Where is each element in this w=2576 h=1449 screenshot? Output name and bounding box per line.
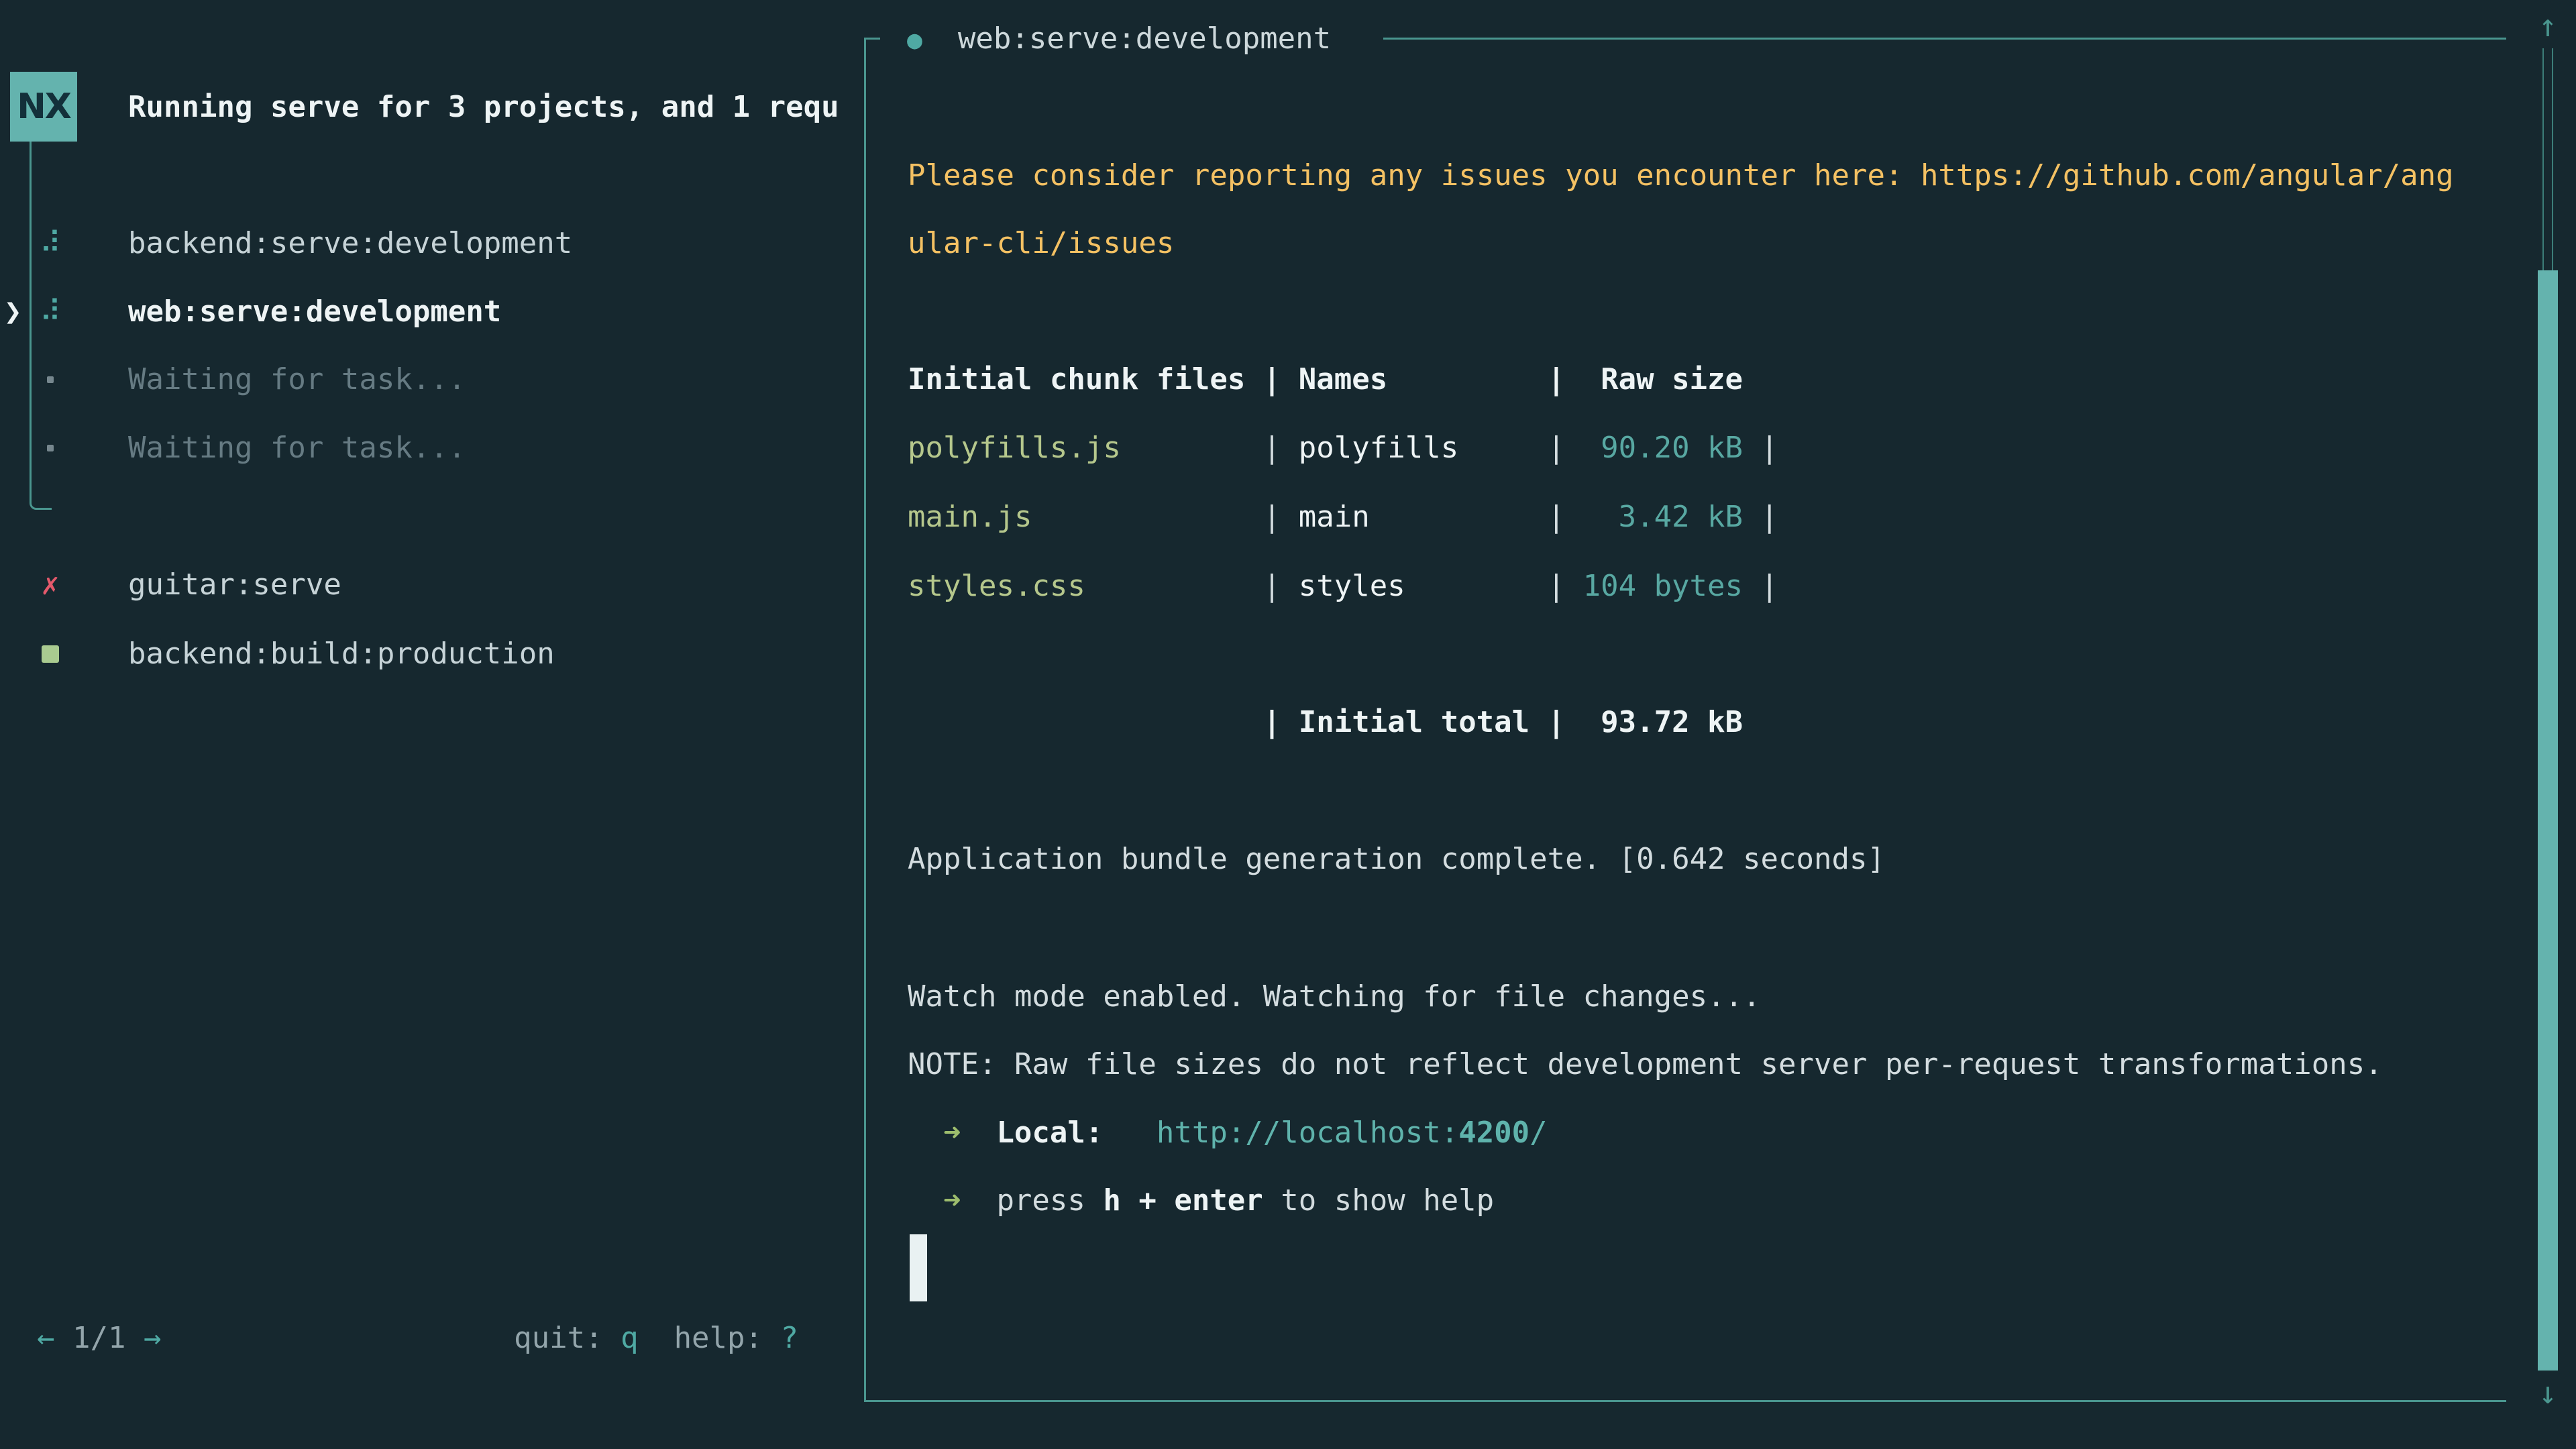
success-square-icon: [42, 645, 59, 663]
pipe-separator: |: [1263, 431, 1281, 465]
pipe-separator: |: [1761, 569, 1779, 603]
chunk-file: main.js: [908, 497, 1263, 537]
task-label: Waiting for task...: [128, 428, 466, 468]
pane-border-top-line: [1383, 38, 2506, 40]
bundle-complete-line: Application bundle generation complete. …: [908, 839, 1885, 879]
scrollbar-thumb[interactable]: [2538, 270, 2558, 1371]
note-line: NOTE: Raw file sizes do not reflect deve…: [908, 1044, 2383, 1085]
initial-total-label: Initial total: [1281, 702, 1547, 743]
prev-page-arrow[interactable]: ←: [37, 1321, 55, 1355]
pipe-separator: |: [1548, 705, 1566, 739]
chunk-file: styles.css: [908, 566, 1263, 606]
pane-border-left: [864, 38, 866, 1402]
task-row-waiting-1[interactable]: Waiting for task...: [0, 360, 859, 400]
pipe-separator: |: [1263, 569, 1281, 603]
spinner-icon: ⠼: [35, 223, 66, 264]
pane-border-top-stub: [864, 38, 880, 40]
col-header-raw-size: Raw size: [1565, 360, 1743, 400]
help-hint-line: ➜ press h + enter to show help: [908, 1181, 1494, 1221]
help-hint-label: help:: [674, 1321, 763, 1355]
col-header-files: Initial chunk files: [908, 360, 1263, 400]
task-row-guitar-serve[interactable]: ✗ guitar:serve: [0, 565, 859, 605]
keyboard-hints: quit: q help:?: [369, 1318, 798, 1358]
chunk-name: polyfills: [1281, 428, 1547, 468]
app-title: Running serve for 3 projects, and 1 requ: [128, 87, 839, 127]
waiting-dot-icon: [47, 445, 54, 451]
chunk-table-row: polyfills.js|polyfills|90.20 kB|: [908, 428, 1778, 468]
pane-title-row: ● web:serve:development: [907, 19, 1331, 60]
terminal-cursor: [910, 1234, 927, 1301]
selected-chevron-icon: ❯: [4, 292, 22, 332]
task-label: backend:build:production: [128, 634, 555, 674]
chunk-size: 3.42 kB: [1565, 497, 1743, 537]
pane-border-bottom: [864, 1400, 2506, 1402]
chunk-size: 104 bytes: [1565, 566, 1743, 606]
pipe-separator: |: [1548, 569, 1566, 603]
local-label: Local:: [996, 1116, 1103, 1150]
chunk-table-total-row: |Initial total|93.72 kB: [908, 702, 1743, 743]
task-row-waiting-2[interactable]: Waiting for task...: [0, 428, 859, 468]
nx-terminal-ui: NX Running serve for 3 projects, and 1 r…: [0, 0, 2576, 1449]
chunk-size: 90.20 kB: [1565, 428, 1743, 468]
scroll-down-arrow-icon[interactable]: ↓: [2529, 1373, 2567, 1413]
localhost-port: 4200: [1458, 1116, 1529, 1150]
pipe-separator: |: [1263, 500, 1281, 534]
pane-title: web:serve:development: [958, 21, 1331, 56]
help-post-text: to show help: [1281, 1183, 1494, 1218]
chunk-table-row: main.js|main|3.42 kB|: [908, 497, 1778, 537]
pipe-separator: |: [1548, 500, 1566, 534]
pipe-separator: |: [1761, 500, 1779, 534]
chunk-name: styles: [1281, 566, 1547, 606]
task-row-backend-build-production[interactable]: backend:build:production: [0, 634, 859, 674]
failed-cross-icon: ✗: [35, 565, 66, 605]
chunk-name: main: [1281, 497, 1547, 537]
task-label: guitar:serve: [128, 565, 341, 605]
chunk-table-header: Initial chunk files|Names|Raw size: [908, 360, 1743, 400]
task-row-web-serve-development[interactable]: ❯ ⠼ web:serve:development: [0, 292, 859, 332]
col-header-names: Names: [1281, 360, 1547, 400]
pipe-separator: |: [1263, 362, 1281, 396]
pipe-separator: |: [1548, 431, 1566, 465]
pagination: ← 1/1 →: [37, 1318, 161, 1358]
issue-notice-line-2: ular-cli/issues: [908, 223, 1174, 264]
localhost-url[interactable]: http://localhost:4200/: [1157, 1116, 1548, 1150]
chunk-table-row: styles.css|styles|104 bytes|: [908, 566, 1778, 606]
running-dot-icon: ●: [907, 25, 922, 54]
help-keys: h + enter: [1103, 1183, 1263, 1218]
scroll-up-arrow-icon[interactable]: ↑: [2529, 5, 2567, 46]
quit-hint-label: quit:: [514, 1321, 602, 1355]
pipe-separator: |: [1761, 431, 1779, 465]
local-server-line: ➜ Local: http://localhost:4200/: [908, 1113, 1548, 1153]
watch-mode-line: Watch mode enabled. Watching for file ch…: [908, 977, 1761, 1017]
chunk-file: polyfills.js: [908, 428, 1263, 468]
quit-key: q: [621, 1321, 639, 1355]
page-indicator: 1/1: [72, 1321, 125, 1355]
task-row-backend-serve-development[interactable]: ⠼ backend:serve:development: [0, 223, 859, 264]
waiting-dot-icon: [47, 376, 54, 383]
help-key: ?: [781, 1321, 799, 1355]
arrow-right-icon: ➜: [943, 1183, 961, 1218]
pipe-separator: |: [1263, 705, 1281, 739]
nx-logo: NX: [10, 72, 77, 142]
spinner-icon: ⠼: [35, 292, 66, 332]
task-label: backend:serve:development: [128, 223, 572, 264]
help-pre-text: press: [996, 1183, 1085, 1218]
task-label: Waiting for task...: [128, 360, 466, 400]
arrow-right-icon: ➜: [943, 1116, 961, 1150]
task-sidebar: NX Running serve for 3 projects, and 1 r…: [0, 0, 859, 1449]
pipe-separator: |: [1548, 362, 1566, 396]
task-label: web:serve:development: [128, 292, 501, 332]
issue-notice-line-1: Please consider reporting any issues you…: [908, 156, 2454, 196]
next-page-arrow[interactable]: →: [144, 1321, 162, 1355]
initial-total-size: 93.72 kB: [1565, 702, 1743, 743]
